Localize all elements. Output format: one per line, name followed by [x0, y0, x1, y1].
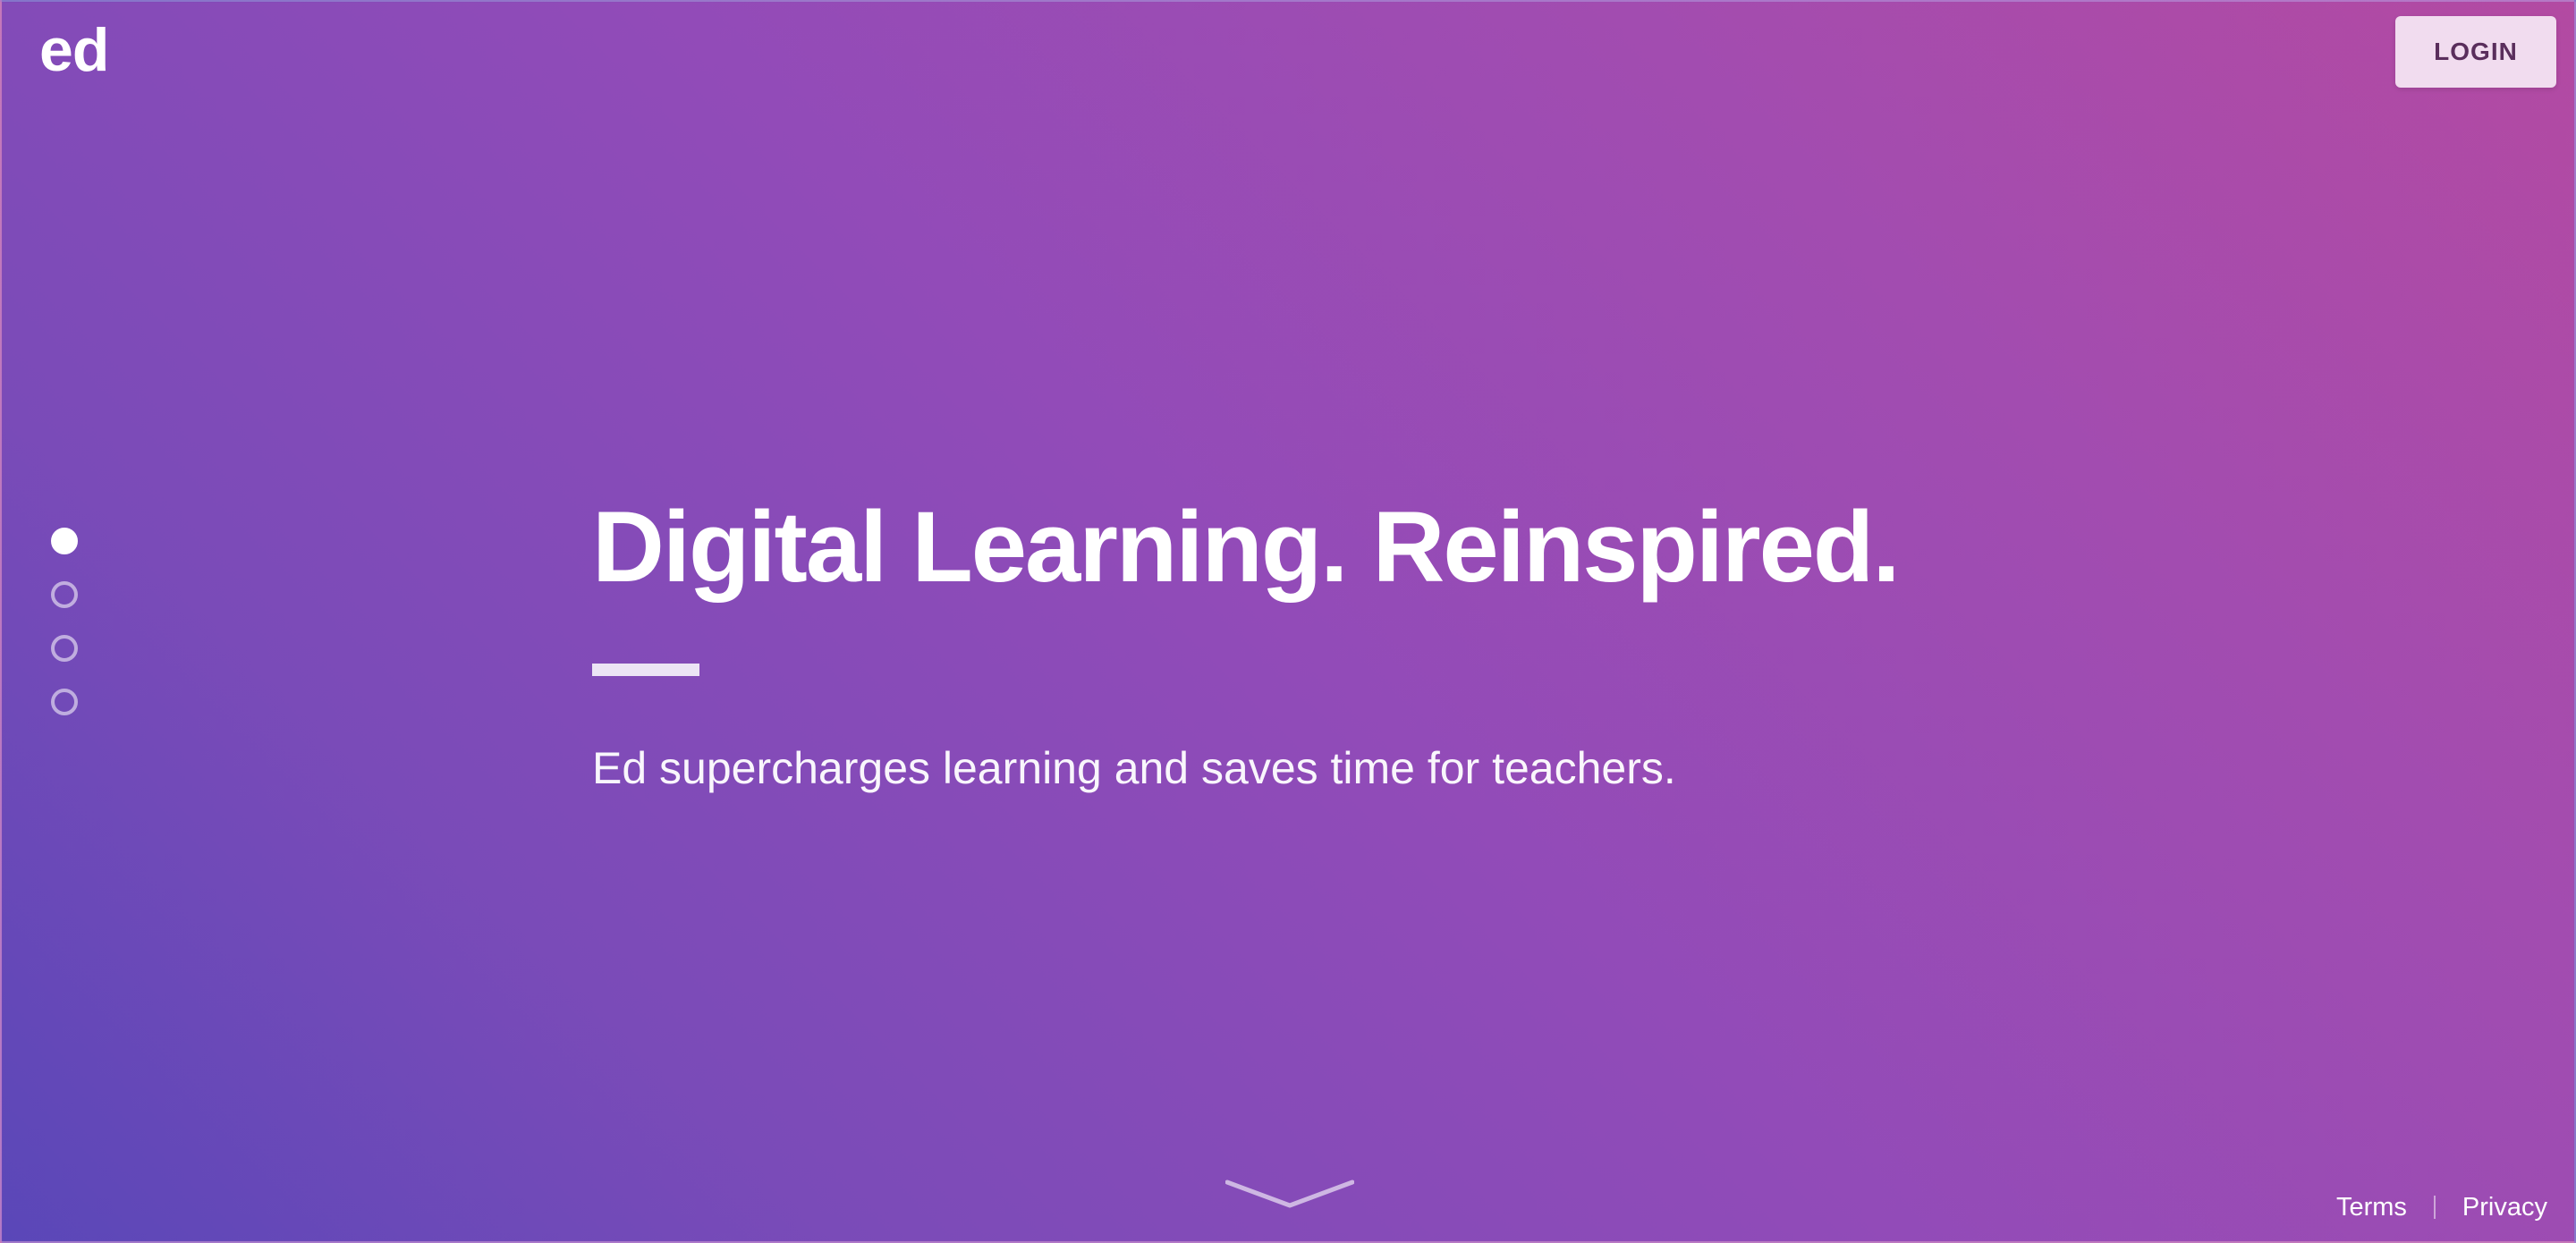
landing-page: ed LOGIN Digital Learning. Reinspired. E… [0, 0, 2576, 1243]
slide-dot-1[interactable] [51, 528, 78, 554]
logo[interactable]: ed [39, 14, 109, 86]
footer-links: Terms Privacy [2336, 1189, 2547, 1225]
slide-dot-3[interactable] [51, 635, 78, 662]
slide-dot-2[interactable] [51, 581, 78, 608]
slide-pagination [51, 528, 80, 742]
login-button[interactable]: LOGIN [2395, 16, 2556, 88]
hero-subtext: Ed supercharges learning and saves time … [592, 743, 1676, 793]
privacy-link[interactable]: Privacy [2462, 1189, 2547, 1225]
chevron-down-icon[interactable] [1225, 1179, 1354, 1211]
hero-headline: Digital Learning. Reinspired. [592, 491, 1900, 603]
footer-divider [2433, 1196, 2436, 1219]
terms-link[interactable]: Terms [2336, 1189, 2407, 1225]
headline-divider [592, 664, 699, 676]
slide-dot-4[interactable] [51, 689, 78, 715]
